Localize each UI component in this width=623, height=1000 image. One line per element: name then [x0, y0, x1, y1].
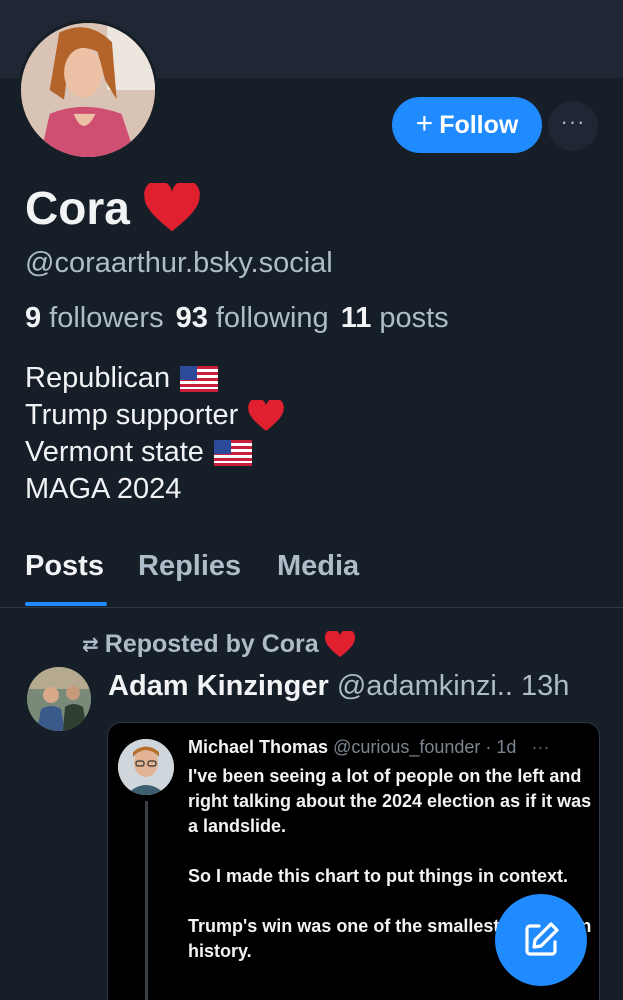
heart-icon — [324, 631, 355, 658]
flag-icon — [213, 439, 252, 466]
profile-stats: 9 followers 93 following 11 posts — [25, 302, 449, 335]
post-author-name[interactable]: Adam Kinzinger — [108, 670, 329, 702]
embed-paragraph: I've been seeing a lot of people on the … — [188, 766, 592, 836]
embed-author-avatar — [118, 739, 174, 795]
plus-icon: + — [415, 106, 434, 140]
post-author-avatar[interactable] — [27, 667, 91, 731]
flag-icon — [180, 365, 219, 392]
embed-ellipsis-icon: ··· — [531, 737, 550, 757]
author-photo — [27, 667, 91, 731]
active-tab-indicator — [25, 602, 107, 606]
embed-paragraph: So I made this chart to put things in co… — [188, 866, 569, 886]
follow-button[interactable]: + Follow — [392, 97, 542, 153]
profile-tabs: Posts Replies Media — [0, 550, 623, 608]
posts-stat: 11 posts — [340, 302, 449, 334]
profile-bio: Republican Trump supporter Vermont state… — [25, 360, 285, 508]
following-stat[interactable]: 93 following — [176, 302, 329, 335]
bio-line: Trump supporter — [25, 397, 285, 434]
repost-icon: ⇄ — [82, 634, 99, 656]
post-header: Adam Kinzinger @adamkinzi.. 13h — [108, 670, 608, 703]
follow-label: Follow — [439, 110, 519, 139]
compose-icon — [525, 922, 559, 956]
bio-line: MAGA 2024 — [25, 473, 182, 505]
thread-line — [145, 801, 148, 1000]
repost-label: Reposted by Cora — [104, 630, 319, 658]
repost-indicator[interactable]: ⇄ Reposted by Cora — [82, 630, 355, 659]
bio-line: Vermont state — [25, 434, 284, 471]
profile-avatar[interactable] — [18, 20, 158, 160]
heart-icon — [248, 399, 285, 431]
followers-stat[interactable]: 9 followers — [25, 302, 164, 335]
tab-posts[interactable]: Posts — [25, 550, 104, 583]
tab-replies[interactable]: Replies — [138, 550, 241, 583]
display-name: Cora — [25, 181, 200, 235]
bio-line: Republican — [25, 360, 284, 397]
post-handle-time: @adamkinzi.. 13h — [336, 670, 570, 702]
avatar-photo — [21, 23, 155, 157]
embed-author-photo — [118, 739, 174, 795]
heart-icon — [143, 183, 200, 232]
profile-handle: @coraarthur.bsky.social — [25, 247, 333, 279]
compose-button[interactable] — [495, 894, 587, 986]
ellipsis-icon: ··· — [560, 109, 586, 134]
more-options-button[interactable]: ··· — [548, 101, 598, 151]
embed-header: Michael Thomas @curious_founder · 1d ··· — [188, 737, 549, 758]
display-name-text: Cora — [25, 182, 130, 234]
embed-author-meta: @curious_founder · 1d — [333, 737, 517, 757]
embed-author-name: Michael Thomas — [188, 737, 329, 757]
tab-media[interactable]: Media — [277, 550, 359, 583]
